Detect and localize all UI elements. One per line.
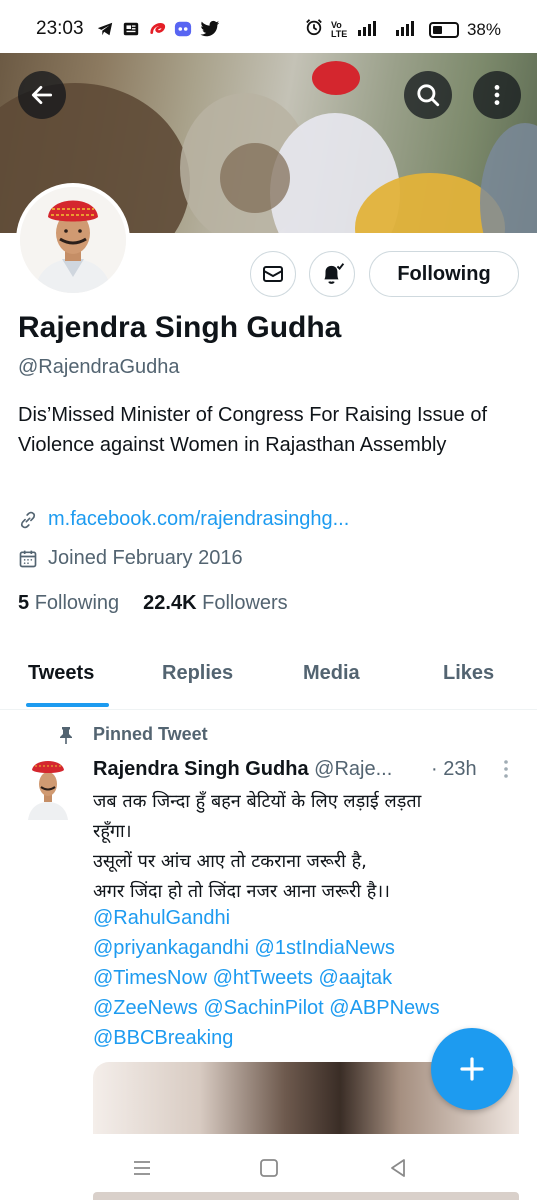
tab-replies[interactable]: Replies <box>162 662 233 685</box>
plus-icon <box>460 1057 484 1081</box>
active-tab-indicator <box>26 703 109 707</box>
tweet-media-continued <box>93 1192 519 1200</box>
pinned-tweet-label: Pinned Tweet <box>93 724 208 744</box>
profile-joined-row: Joined February 2016 <box>18 547 243 570</box>
following-count: 5 <box>18 592 30 614</box>
status-app-icons <box>96 20 220 38</box>
tweet-author-name: Rajendra Singh Gudha <box>93 758 309 780</box>
twitter-icon <box>200 20 220 38</box>
back-nav-icon[interactable] <box>386 1156 410 1180</box>
tweet-text: जब तक जिन्दा हुँ बहन बेटियों के लिए लड़ा… <box>93 787 513 907</box>
status-bar: 23:03 Vo LTE 38% <box>0 0 537 60</box>
news-icon <box>122 20 140 38</box>
tweet-timestamp: · 23h <box>431 758 477 780</box>
tweet-text-line: रहूँगा। <box>93 821 132 842</box>
calendar-icon <box>19 550 37 567</box>
bell-check-icon <box>324 263 345 284</box>
tweet-mentions: @RahulGandhi @priyankagandhi @1stIndiaNe… <box>93 903 513 1053</box>
recent-apps-icon[interactable] <box>130 1156 154 1180</box>
home-icon[interactable] <box>257 1156 281 1180</box>
status-right: Vo LTE 38% <box>305 18 501 41</box>
telegram-icon <box>96 20 114 38</box>
more-options-button[interactable] <box>473 71 521 119</box>
airtel-icon <box>148 20 166 38</box>
tweet-text-line: जब तक जिन्दा हुँ बहन बेटियों के लिए लड़ा… <box>93 791 422 812</box>
message-button[interactable] <box>250 251 296 297</box>
signal-icon-2 <box>395 19 421 40</box>
mention-line[interactable]: @ZeeNews @SachinPilot @ABPNews <box>93 993 513 1023</box>
notifications-button[interactable] <box>309 251 355 297</box>
following-count-link[interactable]: 5 Following <box>18 592 119 615</box>
profile-tabs: Tweets Replies Media Likes <box>0 648 537 710</box>
profile-avatar[interactable] <box>16 183 130 297</box>
profile-handle: @RajendraGudha <box>18 356 180 378</box>
discord-icon <box>174 20 192 38</box>
search-icon <box>417 84 440 107</box>
tweet-author-handle: @Raje... <box>314 758 393 780</box>
mention-line[interactable]: @priyankagandhi @1stIndiaNews <box>93 933 513 963</box>
profile-counts: 5 Following 22.4K Followers <box>18 592 288 615</box>
tweet-text-line: उसूलों पर आंच आए तो टकराना जरूरी है, <box>93 851 367 872</box>
profile-link[interactable]: m.facebook.com/rajendrasinghg... <box>48 508 349 531</box>
tweet-author-avatar[interactable] <box>24 756 72 820</box>
tab-tweets[interactable]: Tweets <box>28 662 94 685</box>
link-icon <box>20 511 36 528</box>
profile-name: Rajendra Singh Gudha <box>18 311 342 344</box>
mail-icon <box>263 266 283 282</box>
more-vertical-icon <box>494 85 500 105</box>
followers-count: 22.4K <box>143 592 197 614</box>
profile-joined: Joined February 2016 <box>48 547 243 569</box>
tweet-header[interactable]: Rajendra Singh Gudha @Raje... <box>93 758 392 781</box>
back-arrow-icon <box>31 86 53 104</box>
pin-icon <box>60 727 72 744</box>
battery-percent: 38% <box>466 19 501 39</box>
battery-icon <box>428 21 459 38</box>
compose-tweet-button[interactable] <box>431 1028 513 1110</box>
mention-line[interactable]: @RahulGandhi <box>93 903 513 933</box>
avatar <box>20 187 126 293</box>
signal-icon <box>357 19 387 40</box>
tweet-more-icon[interactable] <box>499 758 513 780</box>
volte-label: Vo LTE <box>330 19 348 39</box>
following-label: Following <box>34 592 120 614</box>
followers-count-link[interactable]: 22.4K Followers <box>143 592 288 615</box>
tab-likes[interactable]: Likes <box>443 662 494 685</box>
system-nav-bar <box>0 1134 537 1200</box>
profile-bio: Dis’Missed Minister of Congress For Rais… <box>18 404 488 456</box>
followers-label: Followers <box>202 592 288 614</box>
search-button[interactable] <box>404 71 452 119</box>
mention-line[interactable]: @TimesNow @htTweets @aajtak <box>93 963 513 993</box>
tab-media[interactable]: Media <box>303 662 360 685</box>
following-button[interactable]: Following <box>369 251 519 297</box>
status-time: 23:03 <box>36 18 84 39</box>
back-button[interactable] <box>18 71 66 119</box>
profile-link-row: m.facebook.com/rajendrasinghg... <box>18 508 349 531</box>
alarm-icon <box>305 18 323 41</box>
